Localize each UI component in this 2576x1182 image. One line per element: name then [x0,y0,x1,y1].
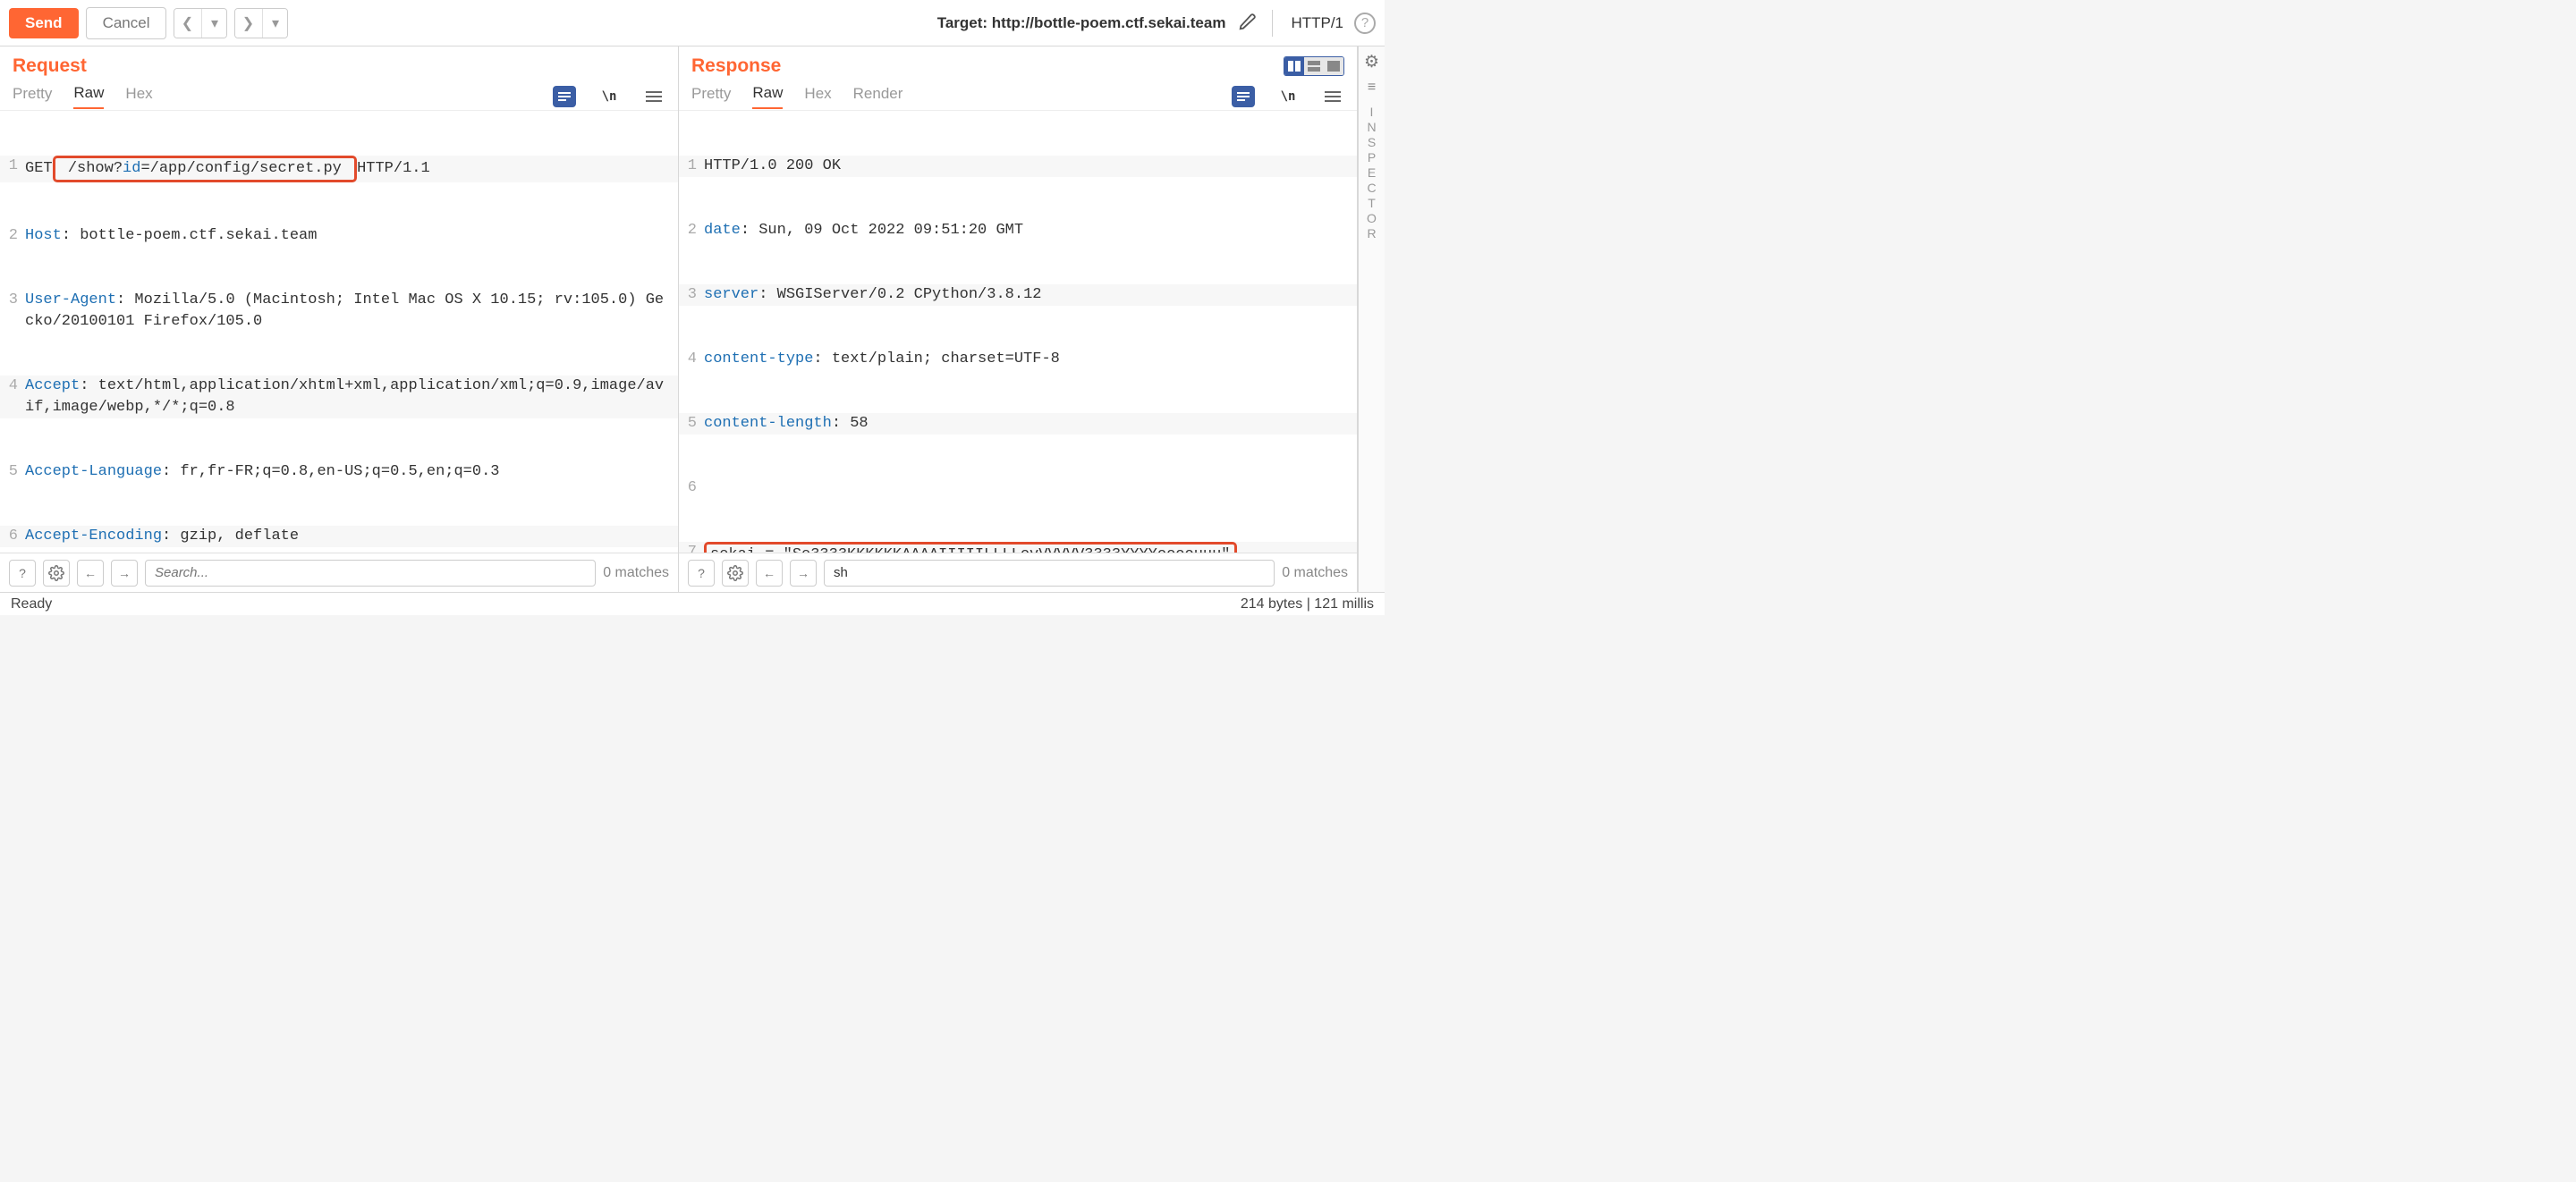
header-name: content-type [704,350,813,367]
status-bar: Ready 214 bytes | 121 millis [0,592,1385,615]
actions-icon[interactable] [1232,86,1255,107]
protocol-label[interactable]: HTTP/1 [1291,14,1343,32]
response-viewer[interactable]: 1HTTP/1.0 200 OK 2date: Sun, 09 Oct 2022… [679,111,1357,553]
search-prev-icon[interactable]: ← [77,560,104,587]
divider-icon: ≡ [1368,80,1376,96]
target-prefix: Target: [937,14,992,31]
header-name: date [704,222,741,239]
history-back-dropdown[interactable]: ▾ [201,9,226,38]
settings-icon[interactable] [722,560,749,587]
search-input[interactable] [145,560,596,587]
layout-single-icon[interactable] [1324,57,1343,75]
request-pane: Request Pretty Raw Hex \n 1GET /show?id=… [0,46,679,592]
help-icon[interactable]: ? [9,560,36,587]
header-name: content-length [704,415,832,432]
menu-icon[interactable] [642,86,665,107]
toggle-newlines-icon[interactable]: \n [1276,86,1300,107]
divider [1272,10,1273,37]
tab-hex[interactable]: Hex [804,85,831,108]
target-label: Target: http://bottle-poem.ctf.sekai.tea… [937,14,1226,32]
inspector-label[interactable]: INSPECTOR [1365,105,1379,241]
line-number: 1 [679,156,704,177]
header-value: : text/html,application/xhtml+xml,applic… [25,377,664,416]
line-number: 5 [0,461,25,483]
inspector-rail[interactable]: ⚙ ≡ INSPECTOR [1358,46,1385,592]
history-back-button[interactable]: ❮ [174,9,199,38]
header-value: : 58 [832,415,869,432]
tab-raw[interactable]: Raw [752,84,783,109]
header-name: User-Agent [25,291,116,308]
line-number: 1 [0,156,25,177]
request-footer: ? ← → 0 matches [0,553,678,592]
http-method: GET [25,160,53,177]
search-next-icon[interactable]: → [790,560,817,587]
tab-render[interactable]: Render [853,85,903,108]
gear-icon[interactable]: ⚙ [1364,52,1379,72]
line-number: 6 [0,526,25,547]
request-editor[interactable]: 1GET /show?id=/app/config/secret.py HTTP… [0,111,678,553]
header-name: Accept-Encoding [25,528,162,545]
menu-icon[interactable] [1321,86,1344,107]
highlight-path: /show?id=/app/config/secret.py [53,156,357,182]
search-next-icon[interactable]: → [111,560,138,587]
history-forward-dropdown[interactable]: ▾ [262,9,287,38]
header-name: server [704,286,758,303]
edit-target-icon[interactable] [1238,12,1258,34]
target-url: http://bottle-poem.ctf.sekai.team [992,14,1226,31]
line-number: 5 [679,413,704,435]
history-forward-group: ❯ ▾ [234,8,288,38]
history-back-group: ❮ ▾ [174,8,227,38]
header-value: : Sun, 09 Oct 2022 09:51:20 GMT [741,222,1023,239]
tab-pretty[interactable]: Pretty [13,85,52,108]
line-number: 6 [679,477,704,499]
header-value: : bottle-poem.ctf.sekai.team [62,227,318,244]
tab-pretty[interactable]: Pretty [691,85,731,108]
line-number: 4 [679,349,704,370]
highlight-secret: sekai = "Se3333KKKKKKAAAAIIIIILLLLovVVVV… [704,542,1237,553]
toolbar: Send Cancel ❮ ▾ ❯ ▾ Target: http://bottl… [0,0,1385,46]
header-value: : gzip, deflate [162,528,299,545]
search-prev-icon[interactable]: ← [756,560,783,587]
line-number: 2 [0,225,25,247]
search-matches: 0 matches [1282,565,1348,581]
response-tabs: Pretty Raw Hex Render \n [679,77,1357,111]
status-left: Ready [11,596,52,612]
response-pane: Response Pretty Raw Hex Rende [679,46,1358,592]
layout-switch [1284,56,1344,76]
tab-raw[interactable]: Raw [73,84,104,109]
header-value: : fr,fr-FR;q=0.8,en-US;q=0.5,en;q=0.3 [162,463,499,480]
line-number: 7 [679,542,704,553]
header-name: Accept-Language [25,463,162,480]
request-title: Request [13,55,87,77]
toggle-newlines-icon[interactable]: \n [597,86,621,107]
layout-rows-icon[interactable] [1304,57,1324,75]
header-name: Accept [25,377,80,394]
search-input[interactable] [824,560,1275,587]
line-number: 3 [679,284,704,306]
search-matches: 0 matches [603,565,669,581]
header-value: : WSGIServer/0.2 CPython/3.8.12 [758,286,1041,303]
status-right: 214 bytes | 121 millis [1241,596,1374,612]
actions-icon[interactable] [553,86,576,107]
layout-columns-icon[interactable] [1284,57,1304,75]
history-forward-button[interactable]: ❯ [235,9,260,38]
status-line: HTTP/1.0 200 OK [704,156,1357,177]
request-tabs: Pretty Raw Hex \n [0,77,678,111]
send-button[interactable]: Send [9,8,79,38]
cancel-button[interactable]: Cancel [86,7,167,39]
help-icon[interactable]: ? [688,560,715,587]
header-value: : text/plain; charset=UTF-8 [813,350,1059,367]
line-number: 4 [0,376,25,397]
header-value: : Mozilla/5.0 (Macintosh; Intel Mac OS X… [25,291,664,330]
settings-icon[interactable] [43,560,70,587]
line-number: 2 [679,220,704,241]
line-number: 3 [0,290,25,311]
response-footer: ? ← → 0 matches [679,553,1357,592]
help-icon[interactable]: ? [1354,13,1376,34]
header-name: Host [25,227,62,244]
tab-hex[interactable]: Hex [125,85,152,108]
main-split: Request Pretty Raw Hex \n 1GET /show?id=… [0,46,1385,592]
response-title: Response [691,55,781,77]
